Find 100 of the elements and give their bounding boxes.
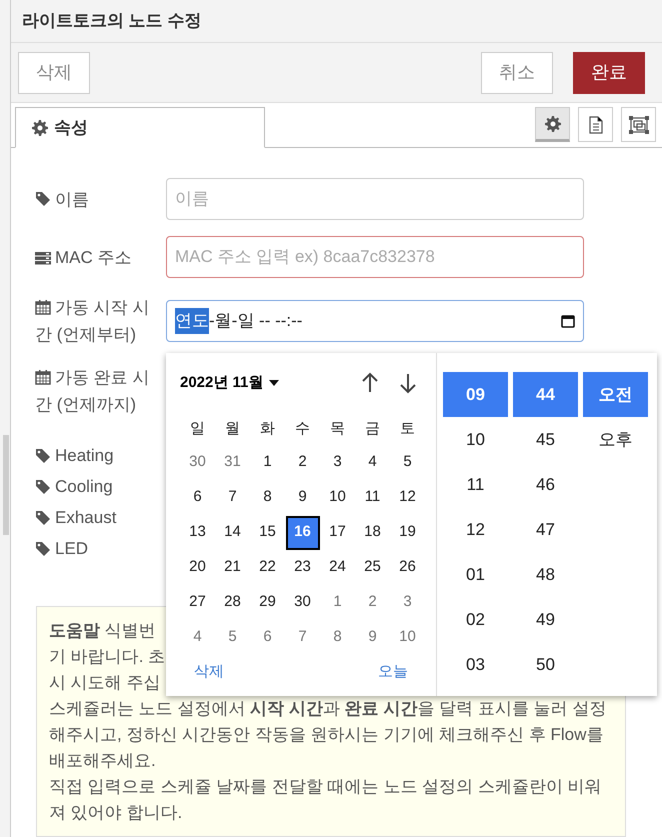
arrow-up-icon[interactable]: [360, 372, 380, 394]
weekday-label: 화: [259, 418, 276, 439]
tag-icon: [35, 448, 51, 464]
field-label: 가동 시작 시간 (언제부터): [35, 297, 150, 346]
time-option[interactable]: 03: [443, 642, 508, 687]
calendar-day[interactable]: 8: [250, 480, 284, 514]
time-option[interactable]: 01: [443, 552, 508, 597]
settings-icon: [544, 116, 560, 132]
tool-button[interactable]: [578, 107, 613, 142]
calendar-day[interactable]: 21: [216, 550, 250, 584]
time-option[interactable]: 오후: [583, 417, 648, 462]
calendar-day[interactable]: 23: [286, 550, 320, 584]
calendar-day[interactable]: 26: [390, 550, 424, 584]
calendar-day[interactable]: 31: [216, 446, 250, 480]
calendar-day[interactable]: 3: [320, 446, 354, 480]
help-text: 직접 입력으로 스케쥴 날짜를 전달할 때에는 노드 설정의 스케쥴란이 비워져 있어야 합니다.: [49, 776, 603, 824]
dialog-button[interactable]: 취소: [481, 52, 553, 94]
calendar-day[interactable]: 4: [356, 446, 390, 480]
name-field[interactable]: 이름: [166, 178, 584, 220]
field-label: 가동 완료 시간 (언제까지): [35, 367, 150, 416]
time-option[interactable]: 46: [513, 462, 578, 507]
calendar-day[interactable]: 1: [320, 586, 354, 620]
dialog-button[interactable]: 완료: [573, 52, 645, 94]
time-option[interactable]: 50: [513, 642, 578, 687]
calendar-icon: [35, 369, 51, 385]
calendar-day[interactable]: 5: [390, 446, 424, 480]
calendar-day[interactable]: 30: [180, 446, 214, 480]
time-option[interactable]: 02: [443, 597, 508, 642]
footer-link[interactable]: 오늘: [378, 661, 408, 684]
properties-tab[interactable]: 속성: [15, 107, 265, 148]
calendar-day[interactable]: 29: [250, 586, 284, 620]
mac-address-field[interactable]: MAC 주소 입력 ex) 8caa7c832378: [166, 236, 584, 278]
time-option[interactable]: 09: [443, 372, 508, 417]
calendar-day[interactable]: 15: [250, 516, 284, 550]
calendar-day[interactable]: 6: [180, 480, 214, 514]
datetime-field[interactable]: 연도-월-일 -- --:--: [166, 300, 584, 342]
help-text: 스케쥴러는 노드 설정에서 시작 시간과 완료 시간을 달력 표시를 눌러 설정해주시고, 정하신 시간동안 작동을 원하시는 기기에 체크해주신 후 Flow를 배포해주세요.: [49, 698, 608, 772]
calendar-day[interactable]: 24: [320, 550, 354, 584]
document-icon: [588, 116, 604, 134]
calendar-day[interactable]: 6: [250, 620, 284, 654]
calendar-day[interactable]: 2: [356, 586, 390, 620]
calendar-day[interactable]: 7: [216, 480, 250, 514]
calendar-day[interactable]: 14: [216, 516, 250, 550]
weekday-label: 목: [329, 418, 346, 439]
tool-button[interactable]: [621, 107, 656, 142]
calendar-day[interactable]: 1: [250, 446, 284, 480]
help-text: 도움말 식별번: [49, 620, 156, 642]
calendar-icon[interactable]: [561, 314, 575, 328]
calendar-day[interactable]: 11: [356, 480, 390, 514]
calendar-day[interactable]: 18: [356, 516, 390, 550]
footer-link[interactable]: 삭제: [194, 661, 224, 684]
time-option[interactable]: 47: [513, 507, 578, 552]
time-option[interactable]: 45: [513, 417, 578, 462]
calendar-day[interactable]: 28: [216, 586, 250, 620]
calendar-day[interactable]: 5: [216, 620, 250, 654]
calendar-day[interactable]: 7: [286, 620, 320, 654]
time-option[interactable]: 11: [443, 462, 508, 507]
calendar-day[interactable]: 12: [390, 480, 424, 514]
calendar-day[interactable]: 10: [390, 620, 424, 654]
time-option[interactable]: 12: [443, 507, 508, 552]
calendar-day[interactable]: 25: [356, 550, 390, 584]
dialog-button[interactable]: 삭제: [18, 52, 90, 94]
time-option[interactable]: 10: [443, 417, 508, 462]
weekday-label: 토: [399, 418, 416, 439]
dialog-title: 라이트토크의 노드 수정: [22, 10, 202, 32]
calendar-day[interactable]: 27: [180, 586, 214, 620]
weekday-label: 금: [364, 418, 381, 439]
tag-icon: [35, 478, 51, 494]
tag-icon: [35, 540, 51, 556]
calendar-day[interactable]: 16: [286, 516, 320, 550]
arrow-down-icon[interactable]: [398, 372, 418, 394]
weekday-label: 월: [224, 418, 241, 439]
calendar-day[interactable]: 20: [180, 550, 214, 584]
calendar-day[interactable]: 4: [180, 620, 214, 654]
server-icon: [35, 250, 51, 264]
frame-icon: [628, 116, 648, 134]
tag-icon: [35, 510, 51, 526]
weekday-label: 수: [294, 418, 311, 439]
calendar-day[interactable]: 2: [286, 446, 320, 480]
time-option[interactable]: 44: [513, 372, 578, 417]
time-option[interactable]: 48: [513, 552, 578, 597]
date-part-label: 연도: [175, 308, 209, 334]
settings-icon: [32, 120, 48, 136]
time-option[interactable]: 오전: [583, 372, 648, 417]
calendar-day[interactable]: 8: [320, 620, 354, 654]
month-dropdown[interactable]: 2022년 11월: [180, 372, 280, 394]
calendar-day[interactable]: 19: [390, 516, 424, 550]
calendar-day[interactable]: 3: [390, 586, 424, 620]
tool-button[interactable]: [535, 107, 570, 142]
calendar-day[interactable]: 22: [250, 550, 284, 584]
calendar-icon: [35, 299, 51, 315]
time-option[interactable]: 49: [513, 597, 578, 642]
calendar-day[interactable]: 30: [286, 586, 320, 620]
help-text: 기 바랍니다. 초: [49, 646, 166, 668]
date-part-label: -월-일 -- --:--: [209, 310, 302, 332]
tag-icon: [35, 190, 51, 206]
calendar-day[interactable]: 9: [356, 620, 390, 654]
calendar-day[interactable]: 10: [320, 480, 354, 514]
calendar-day[interactable]: 17: [320, 516, 354, 550]
calendar-day[interactable]: 9: [286, 480, 320, 514]
